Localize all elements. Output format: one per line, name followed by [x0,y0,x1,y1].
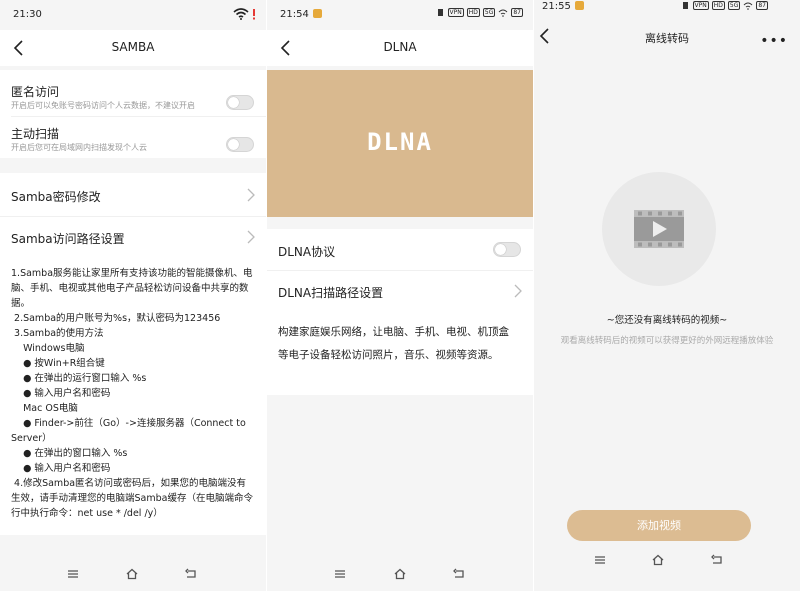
dlna-description-card: 构建家庭娱乐网络，让电脑、手机、电视、机顶盒 等电子设备轻松访问照片，音乐、视频… [267,313,533,395]
vibrate-icon [682,2,688,9]
return-icon[interactable] [184,567,198,581]
instruction-line: 行中执行命令：net use * /del /y） [11,508,163,519]
status-time-text: 21:55 [542,1,571,12]
instruction-line: 2.Samba的用户账号为%s，默认密码为123456 [11,313,221,324]
alert-icon [253,9,255,20]
title-bar: DLNA [267,30,533,66]
notification-icon [312,9,322,18]
instruction-line: Windows电脑 [11,343,85,354]
home-icon[interactable] [125,567,139,581]
title-bar: SAMBA [0,30,266,66]
instruction-line: 脑、手机、电视或其他电子产品轻松访问设备中共享的数 [11,283,249,294]
page-title: SAMBA [111,40,155,54]
title-bar: 离线转码 ••• [534,22,800,52]
active-scan-title: 主动扫描 [11,127,60,141]
return-icon[interactable] [452,567,466,581]
anon-access-title: 匿名访问 [11,85,60,99]
dlna-protocol-label: DLNA协议 [278,245,336,259]
instruction-line: ● 按Win+R组合键 [11,358,105,369]
instruction-line: Mac OS电脑 [11,403,78,414]
page-title: DLNA [383,40,417,54]
more-icon[interactable]: ••• [760,33,788,49]
anon-access-toggle[interactable] [226,95,254,110]
vpn-icon: VPN [447,8,464,17]
instruction-line: ● 输入用户名和密码 [11,388,111,399]
samba-instructions: 1.Samba服务能让家里所有支持该功能的智能摄像机、电 脑、手机、电视或其他电… [11,266,258,521]
description-line: 构建家庭娱乐网络，让电脑、手机、电视、机顶盒 [278,326,509,338]
samba-path-item[interactable]: Samba访问路径设置 [0,216,266,259]
instruction-line: ● Finder->前往（Go）->连接服务器（Connect to [11,418,246,429]
home-icon[interactable] [651,553,665,567]
wifi-icon [499,9,508,17]
active-scan-sub: 开启后您可在局域网内扫描发现个人云 [11,143,147,152]
status-time: 21:54 [280,9,322,20]
vpn-icon: VPN [692,1,709,10]
samba-path-label: Samba访问路径设置 [11,232,125,246]
instruction-line: Server） [11,433,52,444]
status-bar: 21:55 VPN HD 5G 87 [534,0,800,22]
samba-screen: 21:30 SAMBA 匿名访问 开启后可以免账号密码访问个人云数据，不建议开启… [0,0,266,591]
dlna-settings-card: DLNA协议 DLNA扫描路径设置 [267,229,533,313]
instruction-line: 1.Samba服务能让家里所有支持该功能的智能摄像机、电 [11,268,253,279]
divider [11,116,266,117]
signal-icon: 5G [727,1,741,10]
active-scan-toggle[interactable] [226,137,254,152]
instruction-line: ● 输入用户名和密码 [11,463,111,474]
status-icons: VPN HD 5G 87 [681,1,768,10]
transcode-screen: 21:55 VPN HD 5G 87 离线转码 ••• ~您还没有离线转码的视频… [534,0,800,591]
empty-state-illustration [602,172,716,286]
system-nav-bar [0,561,266,591]
hd-icon: HD [466,8,480,17]
samba-password-item[interactable]: Samba密码修改 [0,173,266,216]
instruction-line: 3.Samba的使用方法 [11,328,104,339]
instruction-line: 4.修改Samba匿名访问或密码后，如果您的电脑端没有 [11,478,247,489]
instructions-card: 1.Samba服务能让家里所有支持该功能的智能摄像机、电 脑、手机、电视或其他电… [0,259,266,535]
battery-icon: 87 [756,1,768,10]
chevron-right-icon [514,284,522,298]
instruction-line: ● 在弹出的窗口输入 %s [11,448,128,459]
instruction-line: 生效，请手动清理您的电脑端Samba缓存（在电脑端命令 [11,493,253,504]
add-video-button[interactable]: 添加视频 [567,510,751,541]
anon-access-sub: 开启后可以免账号密码访问个人云数据，不建议开启 [11,101,195,110]
empty-state-title: ~您还没有离线转码的视频~ [606,315,728,326]
return-icon[interactable] [710,553,724,567]
status-time: 21:55 [542,1,584,12]
dlna-screen: 21:54 VPN HD 5G 87 DLNA DLNA DLNA协议 DLNA… [267,0,533,591]
dlna-protocol-toggle[interactable] [493,242,521,257]
settings-card: Samba密码修改 Samba访问路径设置 [0,173,266,259]
description-line: 等电子设备轻松访问照片，音乐、视频等资源。 [278,349,499,361]
status-icons: VPN HD 5G 87 [436,8,523,17]
home-icon[interactable] [393,567,407,581]
menu-icon[interactable] [333,567,347,581]
video-icon [634,210,684,248]
dlna-path-label: DLNA扫描路径设置 [278,286,384,300]
dlna-banner: DLNA [267,70,533,217]
status-time: 21:30 [13,9,42,20]
menu-icon[interactable] [593,553,607,567]
dlna-path-item[interactable]: DLNA扫描路径设置 [267,271,533,313]
status-bar: 21:54 VPN HD 5G 87 [267,0,533,30]
status-bar: 21:30 [0,0,266,30]
samba-password-label: Samba密码修改 [11,190,101,204]
banner-text: DLNA [367,128,433,156]
wifi-icon [233,8,249,20]
battery-icon: 87 [511,8,523,17]
menu-icon[interactable] [66,567,80,581]
status-icons [233,8,256,20]
hd-icon: HD [711,1,725,10]
chevron-right-icon [247,188,255,202]
vibrate-icon [437,9,443,16]
dlna-description: 构建家庭娱乐网络，让电脑、手机、电视、机顶盒 等电子设备轻松访问照片，音乐、视频… [278,321,525,367]
status-time-text: 21:54 [280,9,309,20]
system-nav-bar [267,561,533,591]
chevron-right-icon [247,230,255,244]
notification-icon [574,1,584,10]
toggle-card: 匿名访问 开启后可以免账号密码访问个人云数据，不建议开启 主动扫描 开启后您可在… [0,70,266,158]
empty-state-subtitle: 观看离线转码后的视频可以获得更好的外网远程播放体验 [560,336,774,346]
signal-icon: 5G [482,8,496,17]
instruction-line: 据。 [11,298,31,309]
system-nav-bar [534,547,800,577]
wifi-icon [744,2,753,10]
instruction-line: ● 在弹出的运行窗口输入 %s [11,373,147,384]
